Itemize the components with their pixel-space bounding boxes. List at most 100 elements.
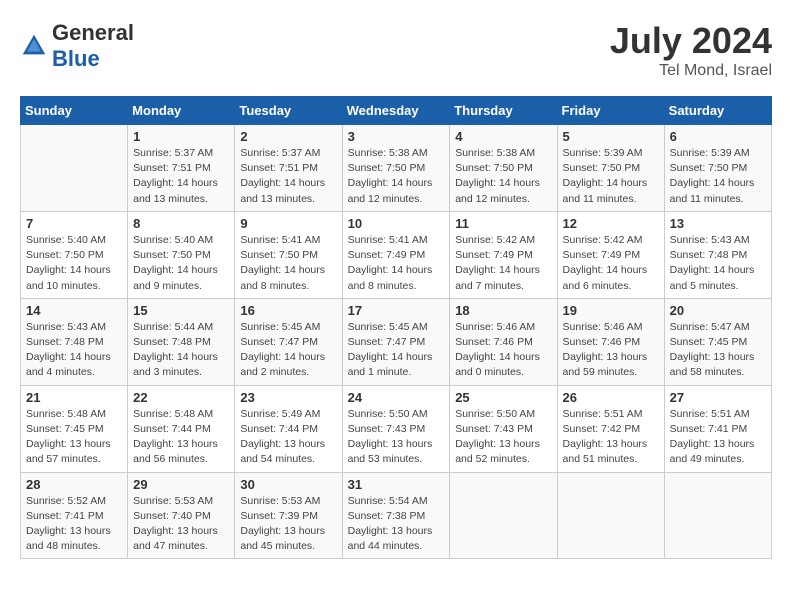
column-header-saturday: Saturday	[664, 97, 771, 125]
day-number: 6	[670, 129, 766, 144]
column-header-monday: Monday	[128, 97, 235, 125]
logo-icon	[20, 32, 48, 60]
calendar-cell: 29 Sunrise: 5:53 AMSunset: 7:40 PMDayligh…	[128, 472, 235, 559]
day-info: Sunrise: 5:54 AMSunset: 7:38 PMDaylight:…	[348, 494, 445, 555]
calendar-cell: 5 Sunrise: 5:39 AMSunset: 7:50 PMDaylight…	[557, 125, 664, 212]
day-number: 12	[563, 216, 659, 231]
column-header-wednesday: Wednesday	[342, 97, 450, 125]
calendar-cell: 12 Sunrise: 5:42 AMSunset: 7:49 PMDayligh…	[557, 211, 664, 298]
day-number: 5	[563, 129, 659, 144]
day-info: Sunrise: 5:41 AMSunset: 7:50 PMDaylight:…	[240, 233, 336, 294]
day-number: 16	[240, 303, 336, 318]
day-info: Sunrise: 5:41 AMSunset: 7:49 PMDaylight:…	[348, 233, 445, 294]
calendar-week-row: 28 Sunrise: 5:52 AMSunset: 7:41 PMDayligh…	[21, 472, 772, 559]
day-info: Sunrise: 5:39 AMSunset: 7:50 PMDaylight:…	[563, 146, 659, 207]
calendar-week-row: 7 Sunrise: 5:40 AMSunset: 7:50 PMDaylight…	[21, 211, 772, 298]
day-number: 25	[455, 390, 551, 405]
calendar-cell: 7Sunrise: 5:40 AMSunset: 7:50 PMDaylight…	[21, 211, 128, 298]
calendar-cell: 2Sunrise: 5:37 AMSunset: 7:51 PMDaylight…	[235, 125, 342, 212]
calendar-cell: 25 Sunrise: 5:50 AMSunset: 7:43 PMDayligh…	[450, 385, 557, 472]
column-header-friday: Friday	[557, 97, 664, 125]
column-header-sunday: Sunday	[21, 97, 128, 125]
day-info: Sunrise: 5:50 AMSunset: 7:43 PMDaylight:…	[455, 407, 551, 468]
calendar-cell: 13 Sunrise: 5:43 AMSunset: 7:48 PMDayligh…	[664, 211, 771, 298]
day-info: Sunrise: 5:42 AMSunset: 7:49 PMDaylight:…	[563, 233, 659, 294]
calendar-cell: 17 Sunrise: 5:45 AMSunset: 7:47 PMDayligh…	[342, 298, 450, 385]
calendar-week-row: 21Sunrise: 5:48 AMSunset: 7:45 PMDayligh…	[21, 385, 772, 472]
calendar-cell: 31 Sunrise: 5:54 AMSunset: 7:38 PMDayligh…	[342, 472, 450, 559]
day-info: Sunrise: 5:38 AMSunset: 7:50 PMDaylight:…	[348, 146, 445, 207]
day-info: Sunrise: 5:51 AMSunset: 7:41 PMDaylight:…	[670, 407, 766, 468]
calendar-cell: 21Sunrise: 5:48 AMSunset: 7:45 PMDayligh…	[21, 385, 128, 472]
day-number: 20	[670, 303, 766, 318]
day-info: Sunrise: 5:48 AMSunset: 7:45 PMDaylight:…	[26, 407, 122, 468]
day-number: 26	[563, 390, 659, 405]
day-info: Sunrise: 5:39 AMSunset: 7:50 PMDaylight:…	[670, 146, 766, 207]
day-number: 23	[240, 390, 336, 405]
column-header-tuesday: Tuesday	[235, 97, 342, 125]
day-info: Sunrise: 5:45 AMSunset: 7:47 PMDaylight:…	[240, 320, 336, 381]
day-info: Sunrise: 5:49 AMSunset: 7:44 PMDaylight:…	[240, 407, 336, 468]
day-number: 31	[348, 477, 445, 492]
day-number: 22	[133, 390, 229, 405]
calendar-cell: 16 Sunrise: 5:45 AMSunset: 7:47 PMDayligh…	[235, 298, 342, 385]
day-info: Sunrise: 5:43 AMSunset: 7:48 PMDaylight:…	[670, 233, 766, 294]
calendar-cell: 20 Sunrise: 5:47 AMSunset: 7:45 PMDayligh…	[664, 298, 771, 385]
calendar-cell: 1 Sunrise: 5:37 AMSunset: 7:51 PMDaylight…	[128, 125, 235, 212]
day-info: Sunrise: 5:53 AMSunset: 7:40 PMDaylight:…	[133, 494, 229, 555]
calendar-cell: 19Sunrise: 5:46 AMSunset: 7:46 PMDayligh…	[557, 298, 664, 385]
day-number: 15	[133, 303, 229, 318]
logo-blue-text: Blue	[52, 46, 100, 71]
day-info: Sunrise: 5:37 AMSunset: 7:51 PMDaylight:…	[133, 146, 229, 207]
calendar-table: SundayMondayTuesdayWednesdayThursdayFrid…	[20, 96, 772, 559]
day-info: Sunrise: 5:40 AMSunset: 7:50 PMDaylight:…	[133, 233, 229, 294]
calendar-title: July 2024	[610, 20, 772, 62]
day-number: 10	[348, 216, 445, 231]
day-number: 30	[240, 477, 336, 492]
day-number: 11	[455, 216, 551, 231]
day-info: Sunrise: 5:51 AMSunset: 7:42 PMDaylight:…	[563, 407, 659, 468]
day-info: Sunrise: 5:38 AMSunset: 7:50 PMDaylight:…	[455, 146, 551, 207]
calendar-cell	[664, 472, 771, 559]
day-number: 7	[26, 216, 122, 231]
day-number: 17	[348, 303, 445, 318]
day-info: Sunrise: 5:44 AMSunset: 7:48 PMDaylight:…	[133, 320, 229, 381]
calendar-header-row: SundayMondayTuesdayWednesdayThursdayFrid…	[21, 97, 772, 125]
calendar-cell: 23 Sunrise: 5:49 AMSunset: 7:44 PMDayligh…	[235, 385, 342, 472]
calendar-cell: 10 Sunrise: 5:41 AMSunset: 7:49 PMDayligh…	[342, 211, 450, 298]
day-info: Sunrise: 5:53 AMSunset: 7:39 PMDaylight:…	[240, 494, 336, 555]
calendar-cell: 4Sunrise: 5:38 AMSunset: 7:50 PMDaylight…	[450, 125, 557, 212]
day-number: 28	[26, 477, 122, 492]
calendar-cell: 15 Sunrise: 5:44 AMSunset: 7:48 PMDayligh…	[128, 298, 235, 385]
calendar-cell: 8 Sunrise: 5:40 AMSunset: 7:50 PMDaylight…	[128, 211, 235, 298]
day-info: Sunrise: 5:45 AMSunset: 7:47 PMDaylight:…	[348, 320, 445, 381]
day-number: 19	[563, 303, 659, 318]
day-number: 13	[670, 216, 766, 231]
day-number: 14	[26, 303, 122, 318]
calendar-cell: 28 Sunrise: 5:52 AMSunset: 7:41 PMDayligh…	[21, 472, 128, 559]
calendar-cell: 3Sunrise: 5:38 AMSunset: 7:50 PMDaylight…	[342, 125, 450, 212]
day-info: Sunrise: 5:47 AMSunset: 7:45 PMDaylight:…	[670, 320, 766, 381]
logo: General Blue	[20, 20, 134, 72]
day-number: 29	[133, 477, 229, 492]
page-header: General Blue July 2024 Tel Mond, Israel	[20, 20, 772, 80]
day-number: 1	[133, 129, 229, 144]
day-number: 27	[670, 390, 766, 405]
calendar-cell: 27 Sunrise: 5:51 AMSunset: 7:41 PMDayligh…	[664, 385, 771, 472]
day-number: 18	[455, 303, 551, 318]
calendar-cell	[450, 472, 557, 559]
calendar-cell: 30 Sunrise: 5:53 AMSunset: 7:39 PMDayligh…	[235, 472, 342, 559]
day-info: Sunrise: 5:52 AMSunset: 7:41 PMDaylight:…	[26, 494, 122, 555]
day-number: 24	[348, 390, 445, 405]
title-block: July 2024 Tel Mond, Israel	[610, 20, 772, 80]
logo-general-text: General	[52, 20, 134, 45]
calendar-cell	[21, 125, 128, 212]
calendar-week-row: 14Sunrise: 5:43 AMSunset: 7:48 PMDayligh…	[21, 298, 772, 385]
calendar-cell: 22 Sunrise: 5:48 AMSunset: 7:44 PMDayligh…	[128, 385, 235, 472]
day-info: Sunrise: 5:48 AMSunset: 7:44 PMDaylight:…	[133, 407, 229, 468]
day-info: Sunrise: 5:42 AMSunset: 7:49 PMDaylight:…	[455, 233, 551, 294]
day-number: 8	[133, 216, 229, 231]
calendar-cell: 18Sunrise: 5:46 AMSunset: 7:46 PMDayligh…	[450, 298, 557, 385]
calendar-cell: 24Sunrise: 5:50 AMSunset: 7:43 PMDayligh…	[342, 385, 450, 472]
calendar-cell: 6 Sunrise: 5:39 AMSunset: 7:50 PMDaylight…	[664, 125, 771, 212]
